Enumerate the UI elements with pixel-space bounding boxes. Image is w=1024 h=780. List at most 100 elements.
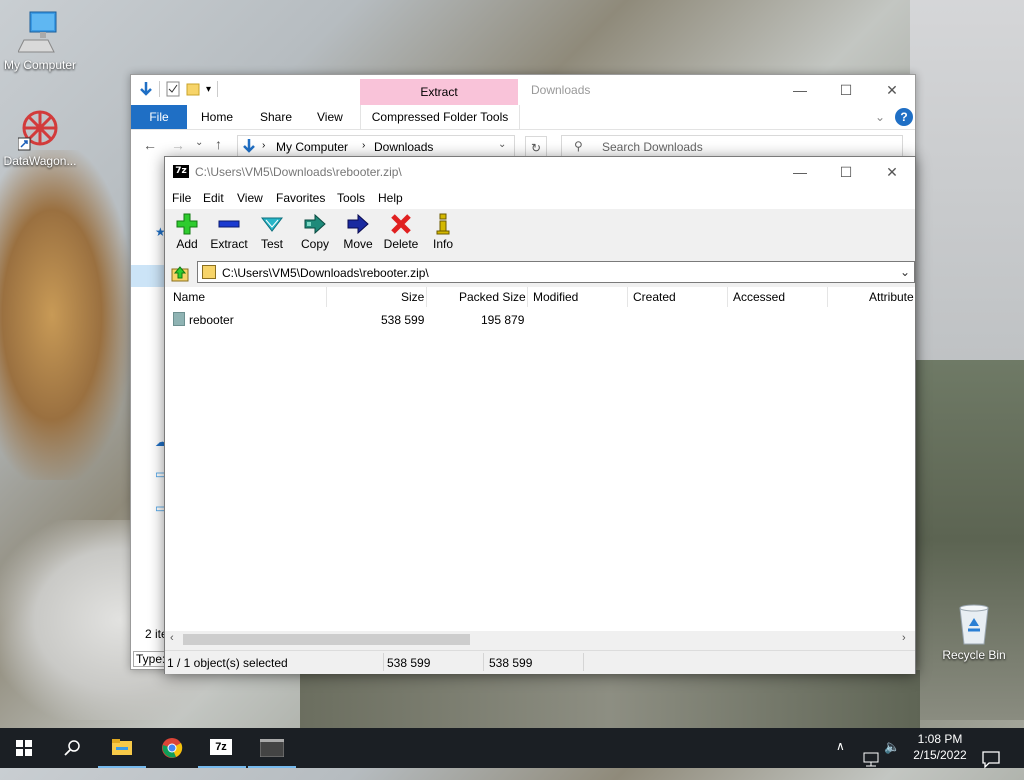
test-button[interactable]: Test <box>250 213 294 257</box>
nav-selected-item[interactable] <box>131 265 165 287</box>
qat-divider <box>159 81 160 97</box>
7zip-titlebar: 7z C:\Users\VM5\Downloads\rebooter.zip\ … <box>165 157 915 187</box>
chevron-down-icon[interactable]: ⌄ <box>900 265 910 279</box>
tab-share[interactable]: Share <box>260 105 292 129</box>
network-icon[interactable] <box>862 740 880 780</box>
scroll-left-icon[interactable]: ‹ <box>170 632 174 644</box>
column-created[interactable]: Created <box>633 290 676 304</box>
table-row[interactable]: rebooter 538 599 195 879 <box>165 311 915 329</box>
add-label: Add <box>176 237 198 251</box>
tab-view[interactable]: View <box>317 105 343 129</box>
menu-favorites[interactable]: Favorites <box>276 191 325 205</box>
explorer-ribbon-tabs: File Home Share View Compressed Folder T… <box>131 105 915 130</box>
7zip-path-text: C:\Users\VM5\Downloads\rebooter.zip\ <box>222 266 429 280</box>
recent-locations-icon[interactable]: ⌄ <box>195 137 203 148</box>
column-size[interactable]: Size <box>401 290 424 304</box>
column-attributes[interactable]: Attribute <box>869 290 914 304</box>
up-icon[interactable]: ↑ <box>215 136 222 152</box>
explorer-close-button[interactable]: ✕ <box>869 75 915 105</box>
copy-button[interactable]: Copy <box>293 213 337 257</box>
wallpaper-grass <box>910 360 1024 720</box>
add-button[interactable]: Add <box>165 213 209 257</box>
ribbon-expand-icon[interactable]: ⌄ <box>875 105 885 129</box>
7zip-status-bar: 1 / 1 object(s) selected 538 599 538 599 <box>165 650 915 674</box>
zip-archive-icon <box>202 265 216 279</box>
extract-label: Extract <box>210 237 248 251</box>
delete-button[interactable]: Delete <box>379 213 423 257</box>
new-folder-icon[interactable] <box>186 81 200 97</box>
breadcrumb-my-computer[interactable]: My Computer <box>276 140 348 154</box>
system-clock[interactable]: 1:08 PM 2/15/2022 <box>906 731 974 763</box>
column-name[interactable]: Name <box>173 290 205 304</box>
explorer-maximize-button[interactable]: ☐ <box>823 75 869 105</box>
7zip-path-combobox[interactable]: C:\Users\VM5\Downloads\rebooter.zip\ ⌄ <box>197 261 915 283</box>
status-selection: 1 / 1 object(s) selected <box>167 656 288 670</box>
column-divider[interactable] <box>827 287 828 307</box>
move-button[interactable]: Move <box>336 213 380 257</box>
menu-tools[interactable]: Tools <box>337 191 365 205</box>
tab-compressed-folder-tools[interactable]: Compressed Folder Tools <box>360 105 520 129</box>
info-icon <box>436 213 450 235</box>
address-dropdown-icon[interactable]: ⌄ <box>498 139 506 150</box>
search-icon <box>64 740 80 756</box>
7zip-window[interactable]: 7z C:\Users\VM5\Downloads\rebooter.zip\ … <box>164 156 916 674</box>
menu-help[interactable]: Help <box>378 191 403 205</box>
computer-icon <box>18 11 57 53</box>
menu-edit[interactable]: Edit <box>203 191 224 205</box>
scroll-right-icon[interactable]: › <box>902 632 906 644</box>
taskbar-search-button[interactable] <box>48 728 96 768</box>
column-divider[interactable] <box>527 287 528 307</box>
taskbar-file-explorer[interactable] <box>98 728 146 768</box>
move-label: Move <box>343 237 373 251</box>
breadcrumb-downloads[interactable]: Downloads <box>374 140 433 154</box>
test-label: Test <box>260 237 283 251</box>
desktop-icon-my-computer[interactable]: My Computer <box>0 10 80 72</box>
search-placeholder: Search Downloads <box>602 140 703 154</box>
forward-icon[interactable]: → <box>171 137 185 153</box>
up-folder-icon[interactable] <box>171 264 189 282</box>
show-hidden-icons-icon[interactable]: ∧ <box>836 739 845 779</box>
desktop-icon-recycle-bin[interactable]: Recycle Bin <box>934 602 1014 662</box>
back-icon[interactable]: ← <box>143 137 157 153</box>
volume-icon[interactable]: 🔈 <box>884 739 900 779</box>
column-accessed[interactable]: Accessed <box>733 290 785 304</box>
7zip-maximize-button[interactable]: ☐ <box>823 157 869 187</box>
column-packed-size[interactable]: Packed Size <box>459 290 526 304</box>
action-center-icon[interactable] <box>982 739 1000 779</box>
qat-divider <box>217 81 219 97</box>
tab-home[interactable]: Home <box>201 105 233 129</box>
taskbar-chrome[interactable] <box>148 728 196 768</box>
desktop-icon-datawagon[interactable]: DataWagon... <box>0 108 80 168</box>
download-arrow-icon[interactable] <box>139 81 153 97</box>
column-modified[interactable]: Modified <box>533 290 578 304</box>
7zip-toolbar: Add Extract Test Copy Move Delete Info <box>165 209 915 259</box>
taskbar-7zip[interactable]: 7z <box>198 728 246 768</box>
explorer-minimize-button[interactable]: — <box>777 75 823 105</box>
properties-icon[interactable] <box>166 81 180 97</box>
info-button[interactable]: Info <box>421 213 465 257</box>
column-divider[interactable] <box>326 287 327 307</box>
menu-file[interactable]: File <box>172 191 191 205</box>
column-divider[interactable] <box>627 287 628 307</box>
status-divider <box>483 653 484 671</box>
7zip-file-list[interactable]: Name Size Packed Size Modified Created A… <box>165 287 915 631</box>
terminal-icon <box>260 739 284 757</box>
menu-view[interactable]: View <box>237 191 263 205</box>
qat-dropdown-icon[interactable]: ▾ <box>206 84 211 95</box>
column-divider[interactable] <box>426 287 427 307</box>
7zip-minimize-button[interactable]: — <box>777 157 823 187</box>
tab-file[interactable]: File <box>131 105 187 129</box>
7zip-close-button[interactable]: ✕ <box>869 157 915 187</box>
explorer-navigation-pane[interactable]: ★ ☁ ▭ ▭ <box>131 163 167 643</box>
clock-date: 2/15/2022 <box>913 748 967 762</box>
wallpaper-ground <box>300 670 920 728</box>
delete-label: Delete <box>383 237 419 251</box>
copy-arrow-icon <box>304 213 326 235</box>
taskbar-terminal[interactable] <box>248 728 296 768</box>
column-divider[interactable] <box>727 287 728 307</box>
extract-button[interactable]: Extract <box>207 213 251 257</box>
start-button[interactable] <box>0 728 48 768</box>
help-icon[interactable]: ? <box>895 108 913 126</box>
scrollbar-thumb[interactable] <box>183 634 470 645</box>
horizontal-scrollbar[interactable]: ‹ › <box>165 631 915 648</box>
